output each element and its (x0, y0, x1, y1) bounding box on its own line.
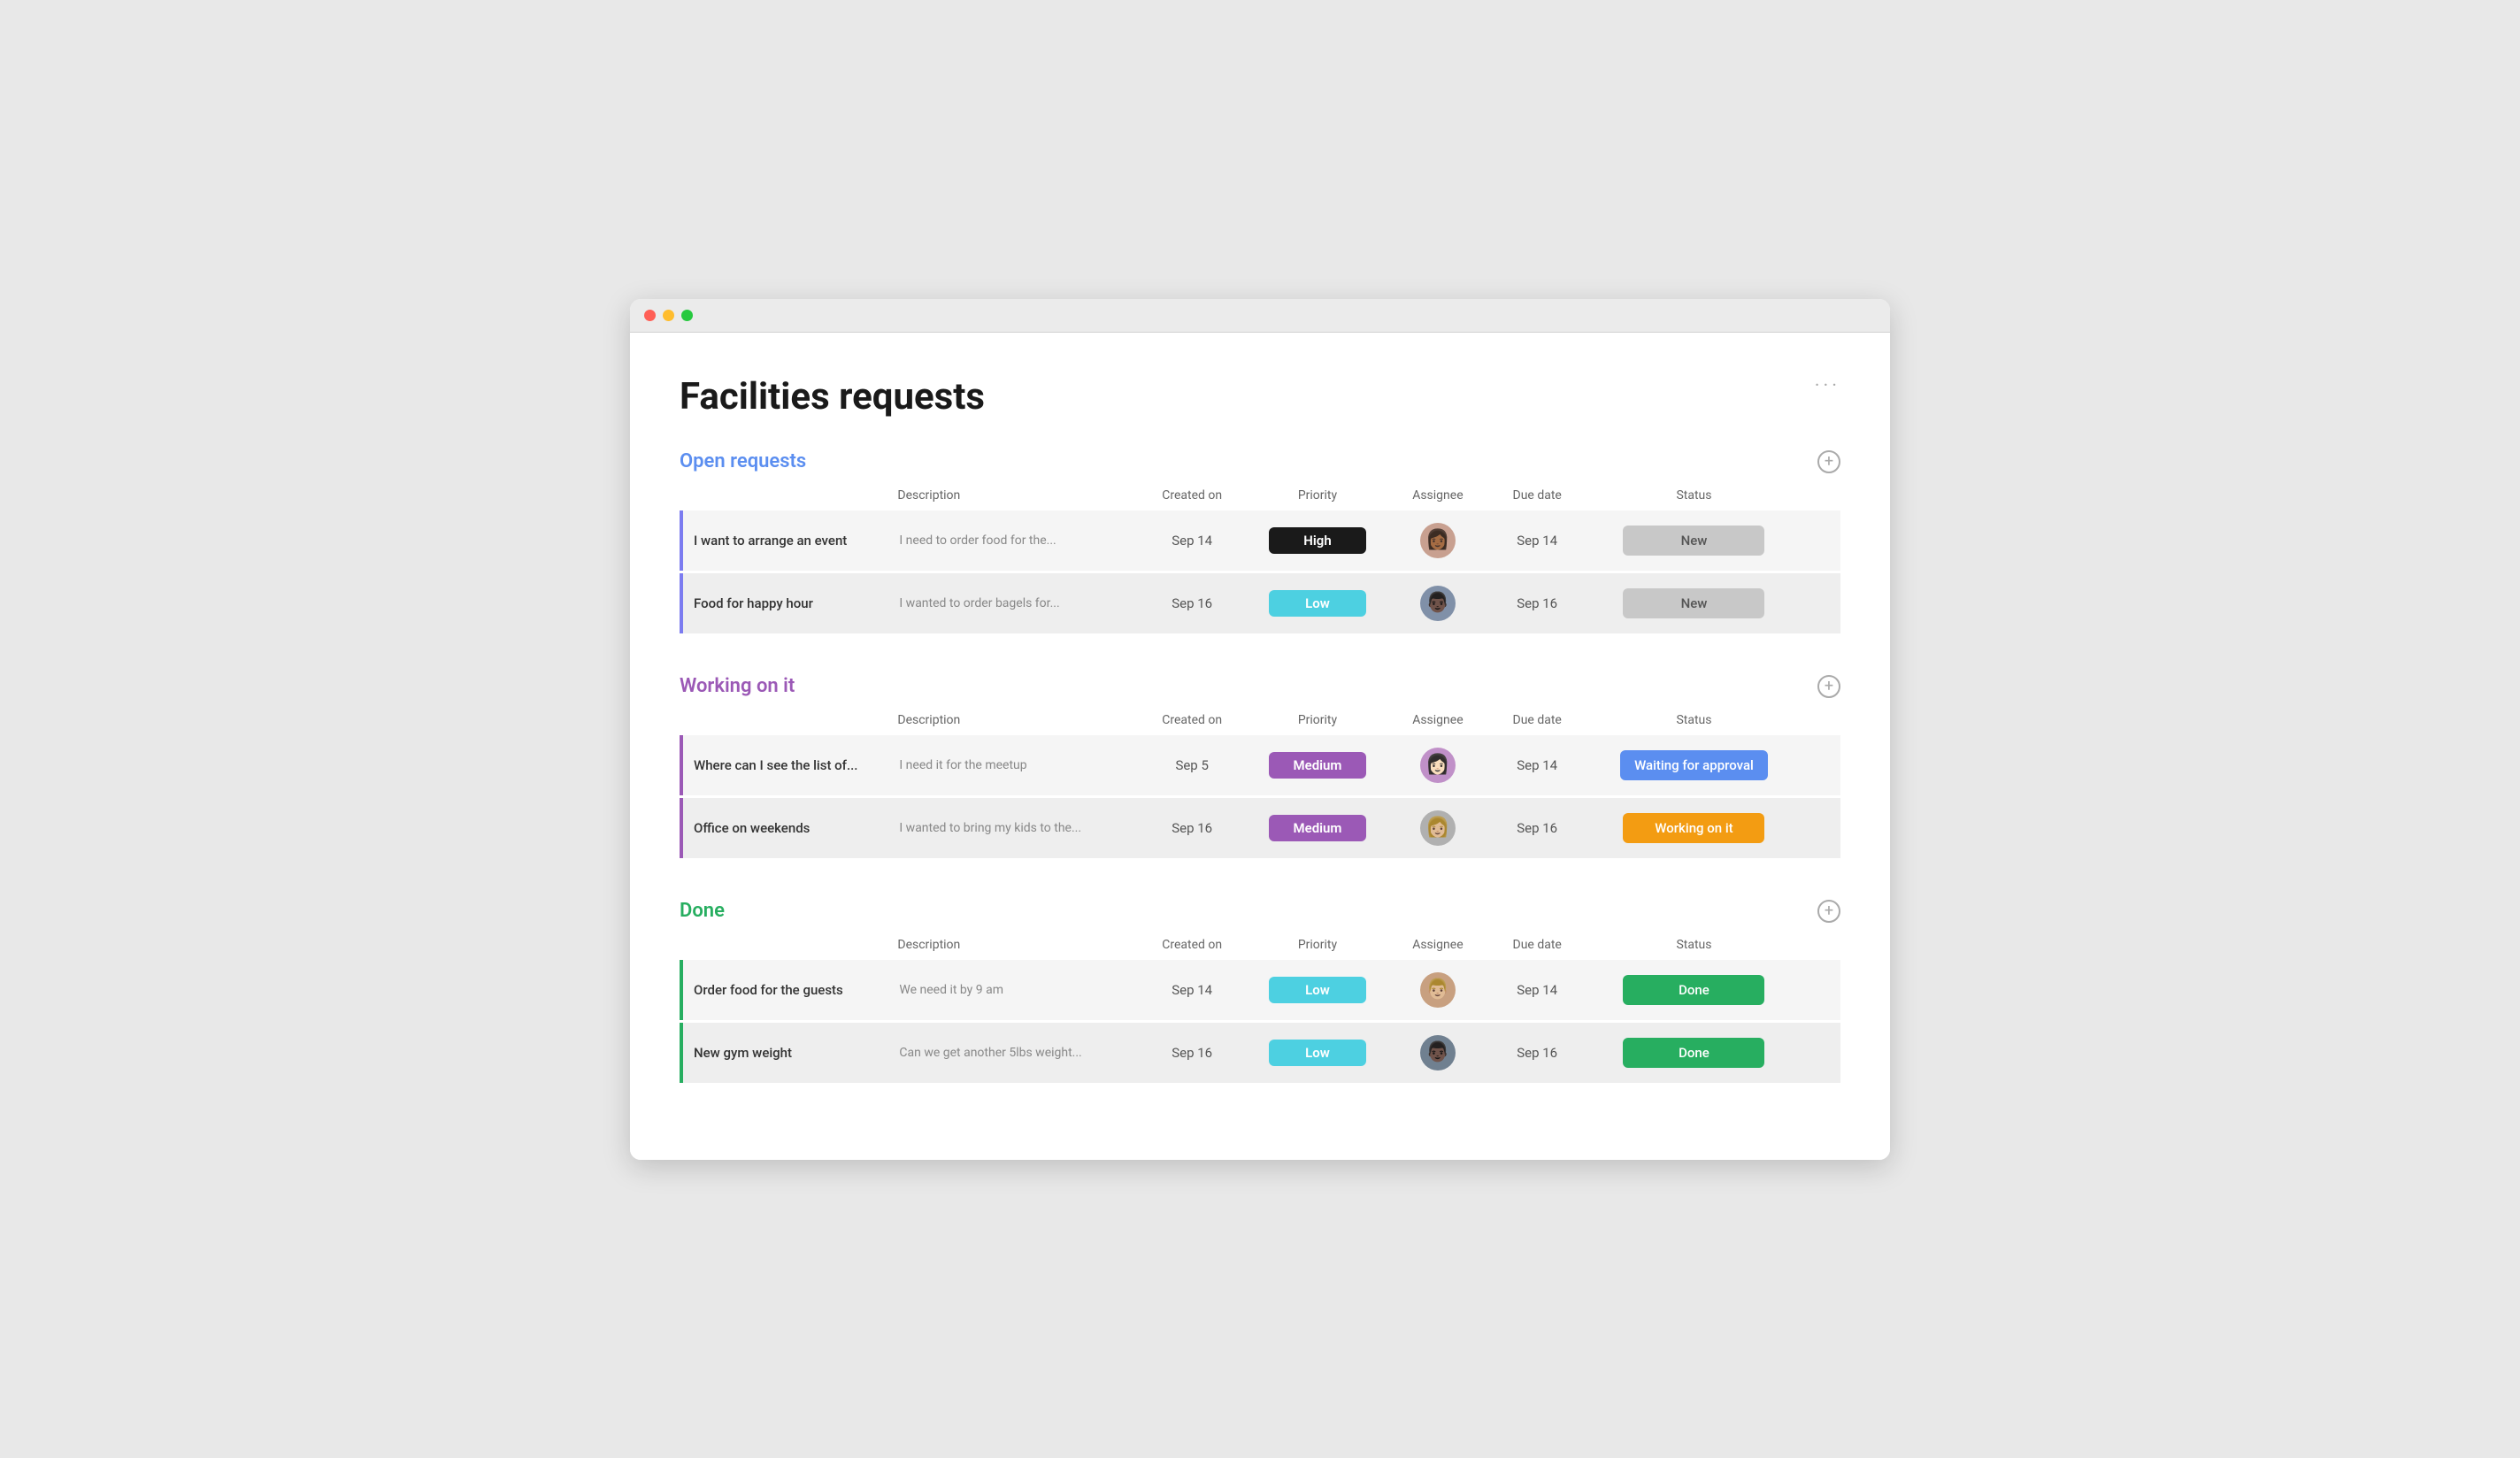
status-badge: Waiting for approval (1620, 750, 1768, 780)
close-button[interactable] (644, 310, 656, 321)
page-title: Facilities requests (680, 375, 1840, 418)
status-badge: Done (1623, 1038, 1764, 1068)
status-badge: New (1623, 526, 1764, 556)
request-name: I want to arrange an event (680, 510, 888, 571)
col-header-priority-0: Priority (1244, 483, 1390, 508)
col-header-empty-2 (680, 932, 888, 957)
col-header-created-on-2: Created on (1140, 932, 1244, 957)
priority-badge: Low (1269, 977, 1366, 1003)
section-header-done: Done + (680, 900, 1840, 923)
add-row-icon[interactable]: + (1817, 450, 1840, 473)
request-due-date: Sep 16 (1485, 798, 1589, 858)
table-row[interactable]: New gym weightCan we get another 5lbs we… (680, 1023, 1840, 1083)
col-header-due-date-1: Due date (1485, 708, 1589, 733)
col-header-assignee-0: Assignee (1391, 483, 1485, 508)
minimize-button[interactable] (663, 310, 674, 321)
section-header-working: Working on it + (680, 675, 1840, 698)
avatar: 👩🏼 (1420, 810, 1456, 846)
col-header-empty-1 (680, 708, 888, 733)
request-due-date: Sep 16 (1485, 1023, 1589, 1083)
request-created-date: Sep 14 (1140, 510, 1244, 571)
maximize-button[interactable] (681, 310, 693, 321)
request-due-date: Sep 14 (1485, 510, 1589, 571)
request-description: Can we get another 5lbs weight... (888, 1023, 1140, 1083)
section-title-done: Done (680, 900, 725, 922)
section-open: Open requests + DescriptionCreated onPrior… (680, 450, 1840, 636)
request-created-date: Sep 16 (1140, 1023, 1244, 1083)
col-header-empty-2 (1799, 932, 1840, 957)
col-header-empty-0 (1799, 483, 1840, 508)
request-name: Food for happy hour (680, 573, 888, 633)
request-due-date: Sep 14 (1485, 960, 1589, 1020)
request-description: I wanted to bring my kids to the... (888, 798, 1140, 858)
titlebar (630, 299, 1890, 333)
priority-badge: Low (1269, 1040, 1366, 1066)
add-row-icon[interactable]: + (1817, 675, 1840, 698)
request-description: I need it for the meetup (888, 735, 1140, 795)
sections-container: Open requests+DescriptionCreated onPrior… (680, 450, 1840, 1086)
section-title-open: Open requests (680, 450, 806, 472)
status-badge: Done (1623, 975, 1764, 1005)
request-due-date: Sep 14 (1485, 735, 1589, 795)
request-due-date: Sep 16 (1485, 573, 1589, 633)
col-header-due-date-0: Due date (1485, 483, 1589, 508)
request-created-date: Sep 16 (1140, 573, 1244, 633)
col-header-description-1: Description (888, 708, 1140, 733)
status-badge: Working on it (1623, 813, 1764, 843)
avatar: 👩🏾 (1420, 523, 1456, 558)
table-working: DescriptionCreated onPriorityAssigneeDue… (680, 705, 1840, 861)
request-description: I need to order food for the... (888, 510, 1140, 571)
col-header-assignee-2: Assignee (1391, 932, 1485, 957)
section-title-working: Working on it (680, 675, 795, 697)
col-header-due-date-2: Due date (1485, 932, 1589, 957)
more-options-icon[interactable]: ··· (1815, 375, 1840, 397)
col-header-assignee-1: Assignee (1391, 708, 1485, 733)
request-name: Where can I see the list of... (680, 735, 888, 795)
col-header-status-0: Status (1589, 483, 1798, 508)
table-open: DescriptionCreated onPriorityAssigneeDue… (680, 480, 1840, 636)
request-created-date: Sep 5 (1140, 735, 1244, 795)
col-header-status-2: Status (1589, 932, 1798, 957)
window-controls (644, 310, 693, 321)
request-name: New gym weight (680, 1023, 888, 1083)
table-row[interactable]: Food for happy hourI wanted to order bag… (680, 573, 1840, 633)
col-header-priority-1: Priority (1244, 708, 1390, 733)
table-row[interactable]: Where can I see the list of...I need it … (680, 735, 1840, 795)
request-description: I wanted to order bagels for... (888, 573, 1140, 633)
app-window: ··· Facilities requests Open requests + De… (630, 299, 1890, 1160)
col-header-created-on-0: Created on (1140, 483, 1244, 508)
request-created-date: Sep 14 (1140, 960, 1244, 1020)
table-row[interactable]: Office on weekendsI wanted to bring my k… (680, 798, 1840, 858)
avatar: 👩🏻 (1420, 748, 1456, 783)
col-header-created-on-1: Created on (1140, 708, 1244, 733)
priority-badge: High (1269, 527, 1366, 554)
add-row-icon[interactable]: + (1817, 900, 1840, 923)
avatar: 👨🏼 (1420, 972, 1456, 1008)
table-row[interactable]: Order food for the guestsWe need it by 9… (680, 960, 1840, 1020)
avatar: 👨🏿 (1420, 1035, 1456, 1070)
section-working: Working on it + DescriptionCreated onPrior… (680, 675, 1840, 861)
col-header-priority-2: Priority (1244, 932, 1390, 957)
col-header-empty-0 (680, 483, 888, 508)
request-name: Office on weekends (680, 798, 888, 858)
section-header-open: Open requests + (680, 450, 1840, 473)
priority-badge: Medium (1269, 752, 1366, 779)
col-header-status-1: Status (1589, 708, 1798, 733)
avatar: 👨🏿 (1420, 586, 1456, 621)
request-created-date: Sep 16 (1140, 798, 1244, 858)
status-badge: New (1623, 588, 1764, 618)
table-row[interactable]: I want to arrange an eventI need to orde… (680, 510, 1840, 571)
request-description: We need it by 9 am (888, 960, 1140, 1020)
main-content: ··· Facilities requests Open requests + De… (630, 333, 1890, 1160)
col-header-description-0: Description (888, 483, 1140, 508)
table-done: DescriptionCreated onPriorityAssigneeDue… (680, 930, 1840, 1086)
col-header-empty-1 (1799, 708, 1840, 733)
col-header-description-2: Description (888, 932, 1140, 957)
request-name: Order food for the guests (680, 960, 888, 1020)
priority-badge: Low (1269, 590, 1366, 617)
section-done: Done + DescriptionCreated onPriorityAssign… (680, 900, 1840, 1086)
priority-badge: Medium (1269, 815, 1366, 841)
